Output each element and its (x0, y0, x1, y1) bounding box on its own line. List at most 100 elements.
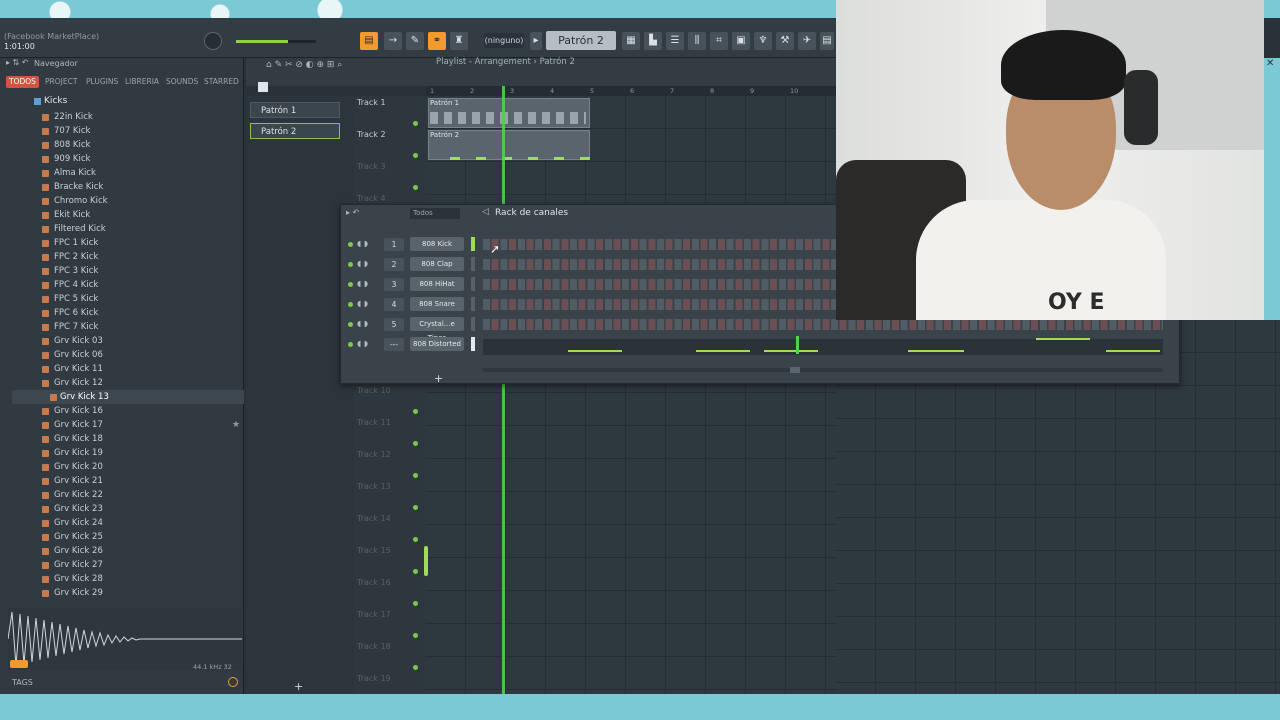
step-sequencer-row[interactable] (483, 319, 1163, 330)
browser-item[interactable]: Grv Kick 11 (54, 362, 103, 376)
playlist-tools-icons[interactable]: ⌂ ✎ ✂ ⊘ ◐ ⊕ ⊞ ⌕ (266, 60, 342, 70)
track-mute-led[interactable] (413, 505, 418, 510)
browser-item[interactable]: Grv Kick 21 (54, 474, 103, 488)
add-track-button[interactable]: + (294, 680, 303, 693)
track-label[interactable]: Track 2 (357, 130, 386, 139)
track-label[interactable]: Track 16 (357, 578, 391, 587)
browser-item[interactable]: Grv Kick 23 (54, 502, 103, 516)
channel-name-button[interactable]: Crystal...e Tines (410, 317, 464, 342)
channel-pan-volume-knobs-icon[interactable]: ◖ ◗ (357, 299, 368, 308)
browser-item[interactable]: Grv Kick 17 (54, 418, 103, 432)
pattern-name-display[interactable]: Patrón 2 (546, 31, 616, 50)
browser-item[interactable]: FPC 1 Kick (54, 236, 98, 250)
close-icon[interactable]: ✕ (1266, 58, 1274, 69)
track-label[interactable]: Track 1 (357, 98, 386, 107)
track-label[interactable]: Track 18 (357, 642, 391, 651)
channel-pan-volume-knobs-icon[interactable]: ◖ ◗ (357, 239, 368, 248)
browser-tab-project[interactable]: PROJECT (42, 76, 80, 88)
add-channel-button[interactable]: + (434, 372, 443, 385)
track-mute-led[interactable] (413, 537, 418, 542)
browser-tab-todos[interactable]: TODOS (6, 76, 39, 88)
channel-select-indicator[interactable] (471, 277, 475, 291)
track-mute-led[interactable] (413, 473, 418, 478)
fx-icon[interactable]: ♆ (754, 32, 772, 50)
channel-number[interactable]: 3 (384, 278, 404, 291)
browser-item[interactable]: Grv Kick 25 (54, 530, 103, 544)
browser-item[interactable]: 22in Kick (54, 110, 93, 124)
channel-name-button[interactable]: 808 HiHat (410, 277, 464, 291)
rack-scrollbar[interactable] (483, 368, 1163, 372)
playlist-icon[interactable]: ▦ (622, 32, 640, 50)
channel-number[interactable]: 5 (384, 318, 404, 331)
pattern-prev-icon[interactable]: ▸ (530, 32, 542, 50)
channel-mute-led[interactable] (348, 262, 353, 267)
track-label[interactable]: Track 13 (357, 482, 391, 491)
channel-name-button[interactable]: 808 Snare (410, 297, 464, 311)
track-mute-led[interactable] (413, 185, 418, 190)
link-icon[interactable]: ⚭ (428, 32, 446, 50)
cart-icon[interactable]: ▤ (820, 32, 834, 50)
browser-item[interactable]: FPC 3 Kick (54, 264, 98, 278)
pattern-item-2[interactable]: Patrón 2 (250, 123, 340, 139)
channel-select-indicator[interactable] (471, 257, 475, 271)
browser-item[interactable]: Alma Kick (54, 166, 96, 180)
browser-item[interactable]: Grv Kick 29 (54, 586, 103, 600)
pencil-icon[interactable]: ✎ (406, 32, 424, 50)
browser-item[interactable]: Grv Kick 06 (54, 348, 103, 362)
browser-item[interactable]: FPC 5 Kick (54, 292, 98, 306)
tags-label[interactable]: TAGS (12, 678, 33, 687)
channel-name-button[interactable]: 808 Kick (410, 237, 464, 251)
browser-item[interactable]: Ekit Kick (54, 208, 90, 222)
preview-play-icon[interactable] (10, 660, 28, 668)
track-label[interactable]: Track 4 (357, 194, 386, 203)
star-icon[interactable]: ★ (232, 420, 240, 430)
channel-mute-led[interactable] (348, 242, 353, 247)
channel-pan-volume-knobs-icon[interactable]: ◖ ◗ (357, 279, 368, 288)
channel-select-indicator[interactable] (471, 297, 475, 311)
playlist-grid[interactable] (426, 96, 836, 694)
track-mute-led[interactable] (413, 569, 418, 574)
track-mute-led[interactable] (413, 121, 418, 126)
browser-item[interactable]: FPC 7 Kick (54, 320, 98, 334)
browser-item[interactable]: Chromo Kick (54, 194, 108, 208)
browser-toggle-icon[interactable]: ⌗ (710, 32, 728, 50)
automation-lane[interactable] (483, 339, 1163, 355)
track-label[interactable]: Track 10 (357, 386, 391, 395)
browser-item[interactable]: Grv Kick 03 (54, 334, 103, 348)
channel-mute-led[interactable] (348, 282, 353, 287)
channel-rack-icon[interactable]: ☰ (666, 32, 684, 50)
rack-filter-select[interactable]: Todos (410, 208, 460, 219)
playlist-scroll-handle[interactable] (424, 546, 428, 576)
browser-item[interactable]: Grv Kick 13 (60, 390, 109, 404)
track-mute-led[interactable] (413, 665, 418, 670)
browser-tab-libreria[interactable]: LIBRERIA (122, 76, 162, 88)
channel-mute-led[interactable] (348, 322, 353, 327)
piano-keys-icon[interactable] (258, 82, 268, 92)
track-mute-led[interactable] (413, 633, 418, 638)
browser-tab-plugins[interactable]: PLUGINS (83, 76, 121, 88)
browser-item[interactable]: Filtered Kick (54, 222, 106, 236)
browser-tab-starred[interactable]: STARRED (201, 76, 242, 88)
browser-item[interactable]: FPC 4 Kick (54, 278, 98, 292)
rack-scrollbar-thumb[interactable] (790, 367, 800, 373)
mixer-icon[interactable]: ⫼ (688, 32, 706, 50)
browser-item[interactable]: 909 Kick (54, 152, 90, 166)
browser-folder-kicks[interactable]: Kicks (44, 96, 67, 106)
pattern-mode-button[interactable]: ▤ (360, 32, 378, 50)
playhead[interactable] (502, 86, 505, 694)
channel-select-indicator[interactable] (471, 317, 475, 331)
search-icon[interactable] (228, 677, 238, 687)
browser-item[interactable]: Grv Kick 28 (54, 572, 103, 586)
channel-mute-led[interactable] (348, 342, 353, 347)
browser-item[interactable]: 808 Kick (54, 138, 90, 152)
browser-item[interactable]: FPC 2 Kick (54, 250, 98, 264)
browser-tab-sounds[interactable]: SOUNDS (163, 76, 201, 88)
channel-number[interactable]: 2 (384, 258, 404, 271)
channel-name-button[interactable]: 808 Distorted (410, 337, 464, 351)
browser-item[interactable]: Bracke Kick (54, 180, 103, 194)
channel-number[interactable]: 1 (384, 238, 404, 251)
track-label[interactable]: Track 15 (357, 546, 391, 555)
channel-select-indicator[interactable] (471, 337, 475, 351)
tools-icon[interactable]: ⚒ (776, 32, 794, 50)
track-mute-led[interactable] (413, 409, 418, 414)
